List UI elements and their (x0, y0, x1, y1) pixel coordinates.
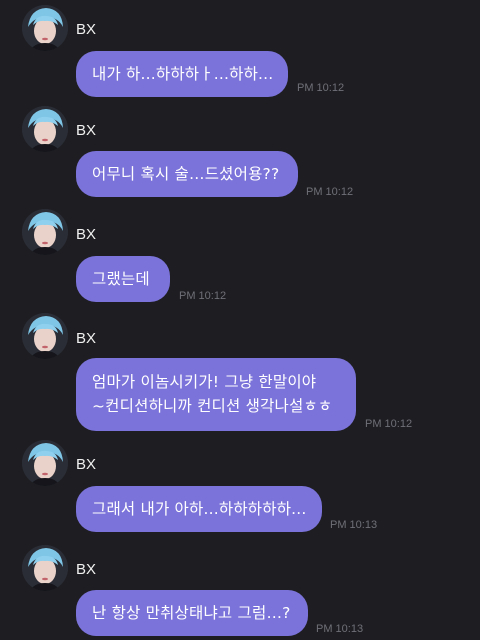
profile-avatar-icon[interactable] (22, 545, 68, 591)
message-bubble[interactable]: 난 항상 만취상태냐고 그럼…? (76, 590, 308, 636)
profile-avatar-icon[interactable] (22, 209, 68, 255)
profile-avatar-icon[interactable] (22, 440, 68, 486)
message-timestamp: PM 10:12 (297, 82, 345, 94)
message-timestamp: PM 10:12 (179, 290, 227, 302)
message-timestamp: PM 10:12 (365, 418, 413, 430)
sender-name: BX (76, 330, 97, 347)
message-line: 엄마가 이놈시키가! 그냥 한말이야 (92, 373, 317, 391)
message-timestamp: PM 10:12 (306, 186, 354, 198)
message-bubble[interactable]: 엄마가 이놈시키가! 그냥 한말이야 ~컨디션하니까 컨디션 생각나설ㅎㅎ (76, 358, 356, 431)
sender-name: BX (76, 561, 97, 578)
message-timestamp: PM 10:13 (330, 519, 378, 531)
sender-name: BX (76, 456, 97, 473)
message-bubble[interactable]: 그래서 내가 아하...하하하하하... (76, 486, 322, 532)
sender-name: BX (76, 21, 97, 38)
message-bubble[interactable]: 내가 하...하하하ㅏ...하하... (76, 51, 288, 97)
message-line: ~컨디션하니까 컨디션 생각나설ㅎㅎ (92, 397, 333, 415)
sender-name: BX (76, 226, 97, 243)
message-bubble[interactable]: 그랬는데 (76, 256, 170, 302)
profile-avatar-icon[interactable] (22, 5, 68, 51)
message-bubble[interactable]: 어무니 혹시 술…드셨어용?? (76, 151, 298, 197)
sender-name: BX (76, 122, 97, 139)
profile-avatar-icon[interactable] (22, 106, 68, 152)
chat-message-list[interactable]: BX 내가 하...하하하ㅏ...하하... PM 10:12 BX 어무니 혹… (0, 0, 480, 640)
message-timestamp: PM 10:13 (316, 623, 364, 635)
profile-avatar-icon[interactable] (22, 313, 68, 359)
